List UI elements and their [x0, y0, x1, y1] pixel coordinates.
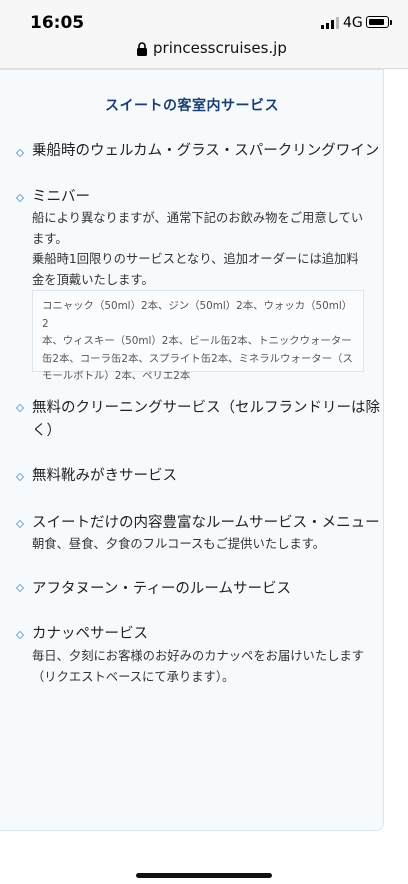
description-line: 毎日、夕刻にお客様のお好みのカナッペをお届けいたします: [32, 649, 365, 663]
suite-services-panel: スイートの客室内サービス 乗船時のウェルカム・グラス・スパークリングワイン ミニ…: [0, 69, 384, 831]
service-item-title: 乗船時のウェルカム・グラス・スパークリングワイン: [32, 143, 380, 159]
description-line: （リクエストベースにて承ります）。: [32, 669, 235, 684]
service-item-title: アフタヌーン・ティーのルームサービス: [32, 581, 291, 597]
bullet-diamond-icon: [15, 583, 25, 593]
battery-icon: [366, 16, 389, 28]
bullet-diamond-icon: [15, 519, 25, 529]
note-line: 本、ウィスキー（50ml）2本、ビール缶2本、トニックウォーター: [42, 335, 352, 347]
url-text[interactable]: princesscruises.jp: [153, 39, 287, 57]
minibar-contents-note: コニャック（50ml）2本、ジン（50ml）2本、ウォッカ（50ml）2 本、ウ…: [32, 290, 364, 382]
service-item-title: スイートだけの内容豊富なルームサービス・メニュー: [32, 515, 380, 531]
home-indicator[interactable]: [136, 873, 272, 878]
cellular-signal-icon: [321, 17, 339, 29]
bullet-diamond-icon: [15, 148, 25, 158]
address-bar[interactable]: princesscruises.jp: [0, 36, 408, 69]
description-line: 乗船時1回限りのサービスとなり、追加オーダーには追加料: [32, 252, 359, 266]
bullet-diamond-icon: [15, 630, 25, 640]
note-line: コニャック（50ml）2本、ジン（50ml）2本、ウォッカ（50ml）2: [42, 300, 353, 330]
title-line: く）: [32, 423, 61, 439]
description-line: 金を頂戴いたします。: [32, 272, 154, 287]
battery-tip: [390, 20, 392, 25]
section-title: スイートの客室内サービス: [105, 98, 279, 114]
note-line: モールボトル）2本、ペリエ2本: [42, 370, 191, 382]
service-item-title: 無料のクリーニングサービス（セルフランドリーは除 く）: [32, 397, 380, 443]
description-line: 船により異なりますが、通常下記のお飲み物をご用意してい: [32, 211, 364, 225]
bullet-diamond-icon: [15, 472, 25, 482]
description-line: ます。: [32, 231, 68, 246]
bullet-diamond-icon: [15, 403, 25, 413]
lock-icon: [137, 42, 147, 56]
network-type: 4G: [343, 15, 363, 31]
service-item-description: 毎日、夕刻にお客様のお好みのカナッペをお届けいたします （リクエストベースにて承…: [32, 646, 368, 687]
service-item-description: 船により異なりますが、通常下記のお飲み物をご用意してい ます。 乗船時1回限りの…: [32, 208, 368, 290]
bullet-diamond-icon: [15, 193, 25, 203]
status-time: 16:05: [30, 13, 85, 33]
status-bar: 16:05 4G: [0, 0, 408, 36]
title-line: 無料のクリーニングサービス（セルフランドリーは除: [32, 400, 380, 416]
service-item-title: ミニバー: [32, 189, 90, 205]
note-line: 缶2本、コーラ缶2本、スプライト缶2本、ミネラルウォーター（ス: [42, 352, 353, 365]
service-item-description: 朝食、昼食、夕食のフルコースもご提供いたします。: [32, 537, 326, 551]
service-item-title: 無料靴みがきサービス: [32, 468, 177, 484]
service-item-title: カナッペサービス: [32, 626, 148, 642]
